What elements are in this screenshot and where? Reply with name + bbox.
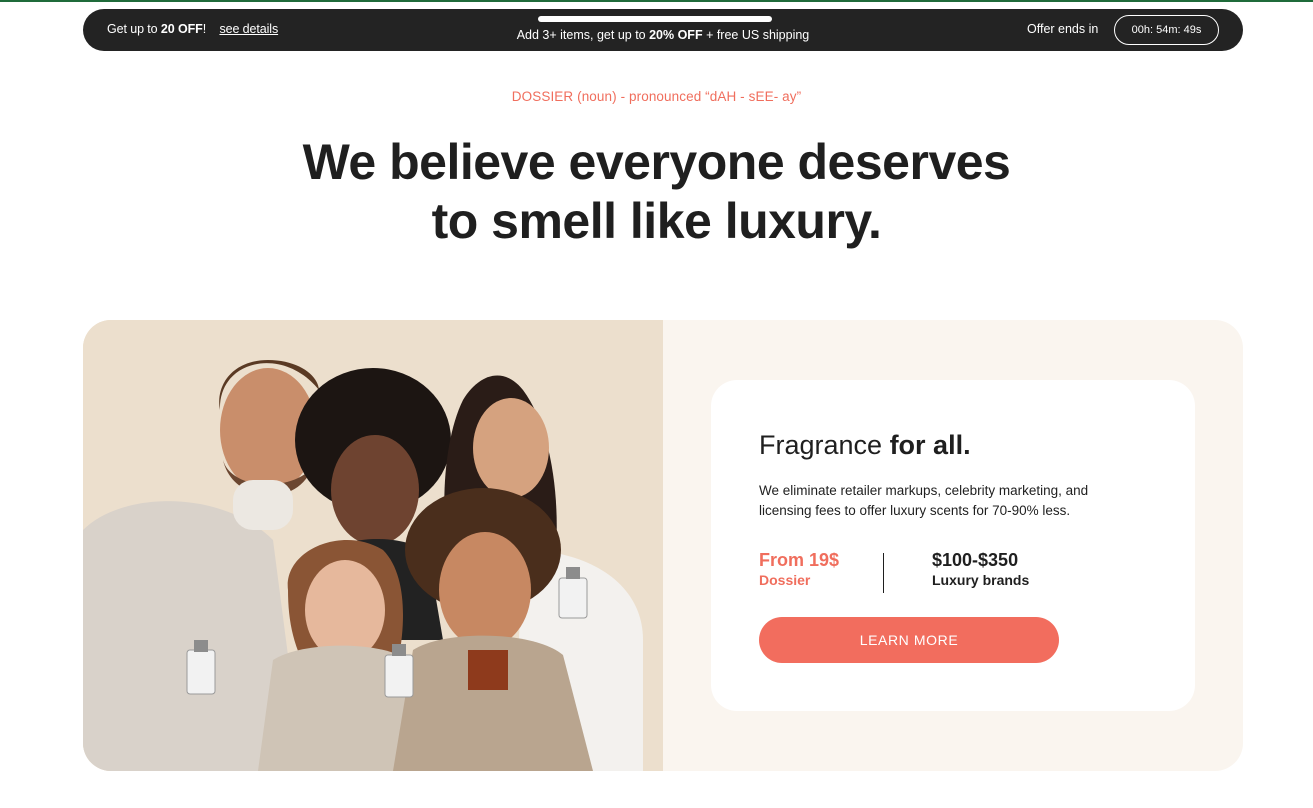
headline-prefix: to bbox=[431, 193, 492, 249]
luxury-price-label: Luxury brands bbox=[932, 572, 1030, 588]
promo-center-bold: 20% OFF bbox=[649, 28, 703, 42]
feature-section: Fragrance for all. We eliminate retailer… bbox=[83, 320, 1243, 771]
countdown-timer: 00h: 54m: 49s bbox=[1114, 15, 1219, 45]
group-photo-illustration bbox=[83, 320, 663, 771]
info-card: Fragrance for all. We eliminate retailer… bbox=[711, 380, 1195, 711]
card-title-bold: for all. bbox=[889, 430, 971, 460]
offer-ends-label: Offer ends in bbox=[1027, 22, 1099, 36]
pronunciation-text: DOSSIER (noun) - pronounced “dAH - sEE- … bbox=[511, 89, 802, 104]
offer-progress-fill bbox=[538, 16, 772, 22]
card-title-regular: Fragrance bbox=[759, 430, 890, 460]
card-description: We eliminate retailer markups, celebrity… bbox=[759, 483, 1089, 518]
promo-banner: Get up to 20 OFF! see details Add 3+ ite… bbox=[83, 9, 1243, 51]
offer-progress-bar bbox=[538, 16, 772, 22]
promo-center-suffix: + free US shipping bbox=[702, 28, 810, 42]
card-title: Fragrance for all. bbox=[759, 430, 971, 461]
dossier-price-label: Dossier bbox=[759, 572, 811, 588]
luxury-price-value: $100-$350 bbox=[932, 550, 1019, 570]
dossier-price-stat: From 19$ Dossier bbox=[759, 550, 839, 590]
promo-center-prefix: Add 3+ items, get up to bbox=[516, 28, 650, 42]
dossier-price-value: From 19$ bbox=[759, 550, 840, 570]
stat-divider bbox=[883, 553, 884, 593]
luxury-price-stat: $100-$350 Luxury brands bbox=[932, 550, 1029, 590]
hero-headline: We believe everyone deserves to smell li… bbox=[0, 133, 1313, 251]
top-accent-line bbox=[0, 0, 1313, 2]
learn-more-button[interactable]: LEARN MORE bbox=[759, 617, 1059, 663]
headline-line-1: We believe everyone deserves bbox=[302, 134, 1011, 190]
group-photo bbox=[83, 320, 663, 771]
headline-bold: smell like luxury. bbox=[491, 193, 882, 249]
